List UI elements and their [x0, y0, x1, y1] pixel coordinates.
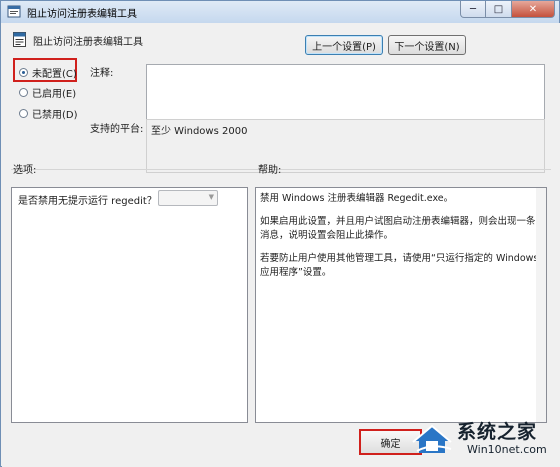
policy-dialog-window: 阻止访问注册表编辑工具 ─ □ ✕ 阻止访问注册表编辑工具 上一个设置(P) 下… — [0, 0, 560, 467]
radio-selected-icon[interactable] — [19, 68, 28, 77]
policy-settings-icon — [7, 5, 21, 18]
radio-icon[interactable] — [19, 88, 28, 97]
policy-name: 阻止访问注册表编辑工具 — [33, 37, 143, 48]
minimize-icon: ─ — [469, 3, 477, 15]
regedit-combo-box[interactable]: ▼ — [158, 190, 218, 206]
help-panel: 禁用 Windows 注册表编辑器 Regedit.exe。 如果启用此设置，并… — [255, 187, 547, 423]
platform-label: 支持的平台: — [90, 124, 144, 135]
dialog-body: 阻止访问注册表编辑工具 上一个设置(P) 下一个设置(N) 未配置(C) 已启用… — [2, 23, 560, 467]
radio-label: 已启用(E) — [32, 89, 77, 100]
close-button[interactable]: ✕ — [511, 1, 555, 18]
help-paragraph: 禁用 Windows 注册表编辑器 Regedit.exe。 — [260, 193, 454, 204]
caption-buttons: ─ □ ✕ — [460, 1, 555, 19]
maximize-button[interactable]: □ — [486, 1, 511, 18]
platform-value: 至少 Windows 2000 — [146, 119, 545, 173]
title-bar[interactable]: 阻止访问注册表编辑工具 ─ □ ✕ — [1, 1, 559, 23]
comment-label: 注释: — [90, 68, 114, 79]
radio-disabled[interactable]: 已禁用(D) — [19, 106, 78, 121]
watermark-url: Win10net.com — [467, 443, 547, 456]
watermark: 系统之家 Win10net.com — [411, 413, 559, 465]
radio-not-configured[interactable]: 未配置(C) — [19, 65, 77, 80]
option-regedit-label: 是否禁用无提示运行 regedit？ — [18, 196, 157, 207]
radio-label: 已禁用(D) — [32, 110, 78, 121]
close-icon: ✕ — [528, 3, 538, 15]
radio-enabled[interactable]: 已启用(E) — [19, 85, 76, 100]
house-logo-icon — [412, 424, 452, 453]
policy-document-icon — [13, 32, 26, 47]
chevron-down-icon[interactable]: ▼ — [209, 193, 214, 201]
radio-label: 未配置(C) — [32, 69, 77, 80]
options-header: 选项: — [13, 165, 37, 176]
previous-setting-button[interactable]: 上一个设置(P) — [305, 35, 383, 55]
maximize-icon: □ — [493, 3, 504, 15]
help-header: 帮助: — [258, 165, 282, 176]
watermark-name: 系统之家 — [457, 421, 538, 443]
help-scrollbar[interactable] — [536, 188, 546, 422]
help-paragraph: 如果启用此设置，并且用户试图启动注册表编辑器，则会出现一条消息，说明设置会阻止此… — [260, 216, 536, 241]
window-title: 阻止访问注册表编辑工具 — [27, 9, 137, 20]
next-setting-button[interactable]: 下一个设置(N) — [388, 35, 466, 55]
help-paragraph: 若要防止用户使用其他管理工具，请使用“只运行指定的 Windows 应用程序”设… — [260, 253, 539, 278]
radio-icon[interactable] — [19, 109, 28, 118]
options-panel: 是否禁用无提示运行 regedit？ ▼ — [11, 187, 248, 423]
minimize-button[interactable]: ─ — [460, 1, 486, 18]
